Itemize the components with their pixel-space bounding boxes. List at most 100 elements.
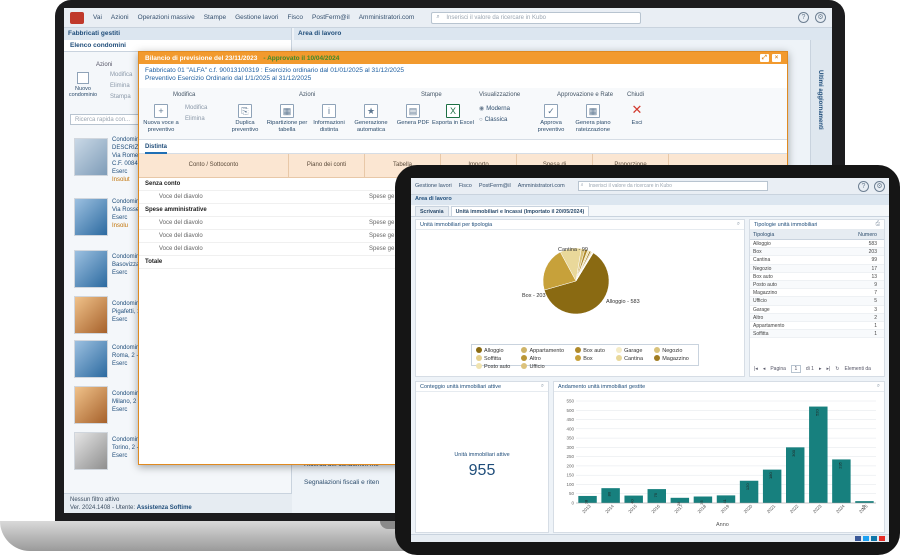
legend-item[interactable]: Posto auto (476, 363, 515, 370)
building-card-6[interactable]: Condomini Milano, 2 - Eserc (112, 390, 141, 414)
view-classic-radio[interactable]: Classica (479, 117, 508, 123)
table-row[interactable]: Garage 3 (750, 306, 884, 314)
building-card-5[interactable]: Condomini Roma, 2 - Eserc (112, 344, 141, 368)
menu-amministratori[interactable]: Amministratori.com (359, 14, 415, 21)
tab-unita-immobiliari[interactable]: Unità immobiliari e Incassi (Importato i… (450, 206, 590, 216)
building-card-3[interactable]: Condomini Basovizza Eserc (112, 253, 141, 277)
close-icon[interactable]: × (772, 54, 781, 62)
view-modern-radio[interactable]: Moderna (479, 105, 510, 112)
prev-page-icon[interactable]: ◂ (763, 366, 766, 372)
search-icon[interactable]: ⌕ (877, 383, 880, 390)
col-piano[interactable]: Piano dei conti (289, 154, 365, 177)
legend-item[interactable]: Box (575, 355, 610, 362)
cell-numero: 5 (874, 298, 877, 305)
twitter-icon[interactable] (863, 536, 869, 541)
table-row[interactable]: Cantina 99 (750, 256, 884, 265)
menu-postfermail[interactable]: PostFerm@il (312, 14, 350, 21)
legend-item[interactable]: Alloggio (476, 347, 515, 354)
new-item-button[interactable]: + Nuova voce a preventivo (139, 104, 183, 134)
linkedin-icon[interactable] (871, 536, 877, 541)
table-row[interactable]: Ufficio 5 (750, 297, 884, 306)
duplicate-button[interactable]: ⎘ Duplica preventivo (223, 104, 267, 134)
new-condo-button[interactable]: Nuovo condominio (68, 72, 98, 98)
tab-distinta[interactable]: Distinta (145, 144, 168, 154)
table-row[interactable]: Posto auto 9 (750, 280, 884, 290)
legend-item[interactable]: Negozio (654, 347, 694, 354)
legend-label: Alloggio (484, 348, 504, 354)
table-row[interactable]: Magazzino 7 (750, 289, 884, 298)
dialog-info: Fabbricato 01 "ALFA" c.f. 90013100319 : … (139, 64, 787, 88)
table-row[interactable]: Box auto 13 (750, 273, 884, 281)
youtube-icon[interactable] (879, 536, 885, 541)
modify-button[interactable]: Modifica (110, 72, 132, 78)
duplicate-icon: ⎘ (238, 104, 252, 118)
menu-operazioni-massive[interactable]: Operazioni massive (138, 14, 195, 21)
legend-item[interactable]: Cantina (616, 355, 648, 362)
x-tick-label: 2014 (604, 503, 615, 514)
approve-button[interactable]: ✓ Approva preventivo (529, 104, 573, 134)
building-card-4[interactable]: Condomini Pigafetti, 1 Eserc (112, 300, 141, 324)
link-segnalazioni-fiscali[interactable]: Segnalazioni fiscali e riten (304, 474, 379, 492)
facebook-icon[interactable] (855, 536, 861, 541)
table-row[interactable]: Appartamento 1 (750, 322, 884, 331)
legend-item[interactable]: Soffitta (476, 355, 515, 362)
menu-vai[interactable]: Vai (93, 14, 102, 21)
cell-numero: 9 (874, 281, 877, 288)
legend-item[interactable]: Box auto (575, 347, 610, 354)
global-search-input[interactable]: Inserisci il valore da ricercare in Kubo (431, 11, 642, 24)
delete-item-button[interactable]: Elimina (185, 116, 205, 122)
building-card-7[interactable]: Condomini Torino, 2 - Eserc (112, 436, 141, 460)
help-icon[interactable]: ? (798, 12, 809, 23)
print-icon[interactable]: ⎙ (876, 221, 880, 228)
cell-tipologia: Alloggio (753, 241, 771, 247)
menu-gestione-lavori[interactable]: Gestione lavori (415, 183, 452, 189)
tablet-search-input[interactable]: Inserisci il valore da ricercare in Kubo (577, 181, 768, 191)
menu-fisco[interactable]: Fisco (459, 183, 472, 189)
table-card-title: Tipologie unità immobiliari ⎙ (750, 220, 884, 230)
excel-button[interactable]: X Esporta in Excel (431, 104, 475, 127)
gear-icon[interactable]: ⚙ (815, 12, 826, 23)
menu-gestione-lavori[interactable]: Gestione lavori (235, 14, 278, 21)
table-row[interactable]: Altro 2 (750, 313, 884, 322)
modify-item-button[interactable]: Modifica (185, 105, 207, 111)
legend-item[interactable]: Appartamento (521, 347, 569, 354)
group-approvazione: Approvazione e Rate (557, 92, 614, 98)
tab-scrivania[interactable]: Scrivania (415, 206, 449, 216)
col-numero[interactable]: Numero (840, 230, 880, 239)
expand-icon[interactable]: ⤢ (760, 54, 769, 62)
refresh-icon[interactable]: ↻ (835, 366, 839, 372)
pdf-button[interactable]: ▤ Genera PDF (391, 104, 435, 127)
menu-fisco[interactable]: Fisco (287, 14, 303, 21)
generate-button[interactable]: ★ Generazione automatica (349, 104, 393, 134)
bar-data-label: 235 (837, 461, 842, 468)
menu-stampe[interactable]: Stampe (204, 14, 226, 21)
exit-button[interactable]: ✕ Esci (615, 103, 659, 127)
first-page-icon[interactable]: |◂ (754, 366, 758, 372)
building-thumbnail (74, 250, 108, 288)
legend-item[interactable]: Magazzino (654, 355, 694, 362)
menu-postfermail[interactable]: PostFerm@il (479, 183, 511, 189)
legend-item[interactable]: Garage (616, 347, 648, 354)
table-row[interactable]: Soffitta 1 (750, 330, 884, 339)
legend-item[interactable]: Ufficio (521, 363, 569, 370)
col-tipologia[interactable]: Tipologia (750, 230, 840, 239)
table-row[interactable]: Box 203 (750, 248, 884, 257)
table-row[interactable]: Alloggio 583 (750, 240, 884, 249)
search-icon[interactable]: ⌕ (541, 383, 544, 390)
next-page-icon[interactable]: ▸ (819, 366, 822, 372)
help-icon[interactable]: ? (858, 180, 869, 192)
menu-amministratori[interactable]: Amministratori.com (518, 183, 565, 189)
menu-azioni[interactable]: Azioni (111, 14, 129, 21)
plan-button[interactable]: ▦ Genera piano rateizzazione (571, 104, 615, 134)
search-icon[interactable]: ⌕ (737, 221, 740, 228)
legend-item[interactable]: Altro (521, 355, 569, 362)
last-page-icon[interactable]: ▸| (826, 366, 830, 372)
info-button[interactable]: i Informazioni distinta (307, 104, 351, 134)
page-input[interactable]: 1 (790, 365, 801, 373)
print-button[interactable]: Stampa (110, 94, 131, 100)
gear-icon[interactable]: ⚙ (874, 180, 885, 192)
delete-button[interactable]: Elimina (110, 83, 130, 89)
col-conto[interactable]: Conto / Sottoconto (139, 154, 289, 177)
split-button[interactable]: ▦ Ripartizione per tabella (265, 104, 309, 134)
table-row[interactable]: Negozio 17 (750, 264, 884, 273)
